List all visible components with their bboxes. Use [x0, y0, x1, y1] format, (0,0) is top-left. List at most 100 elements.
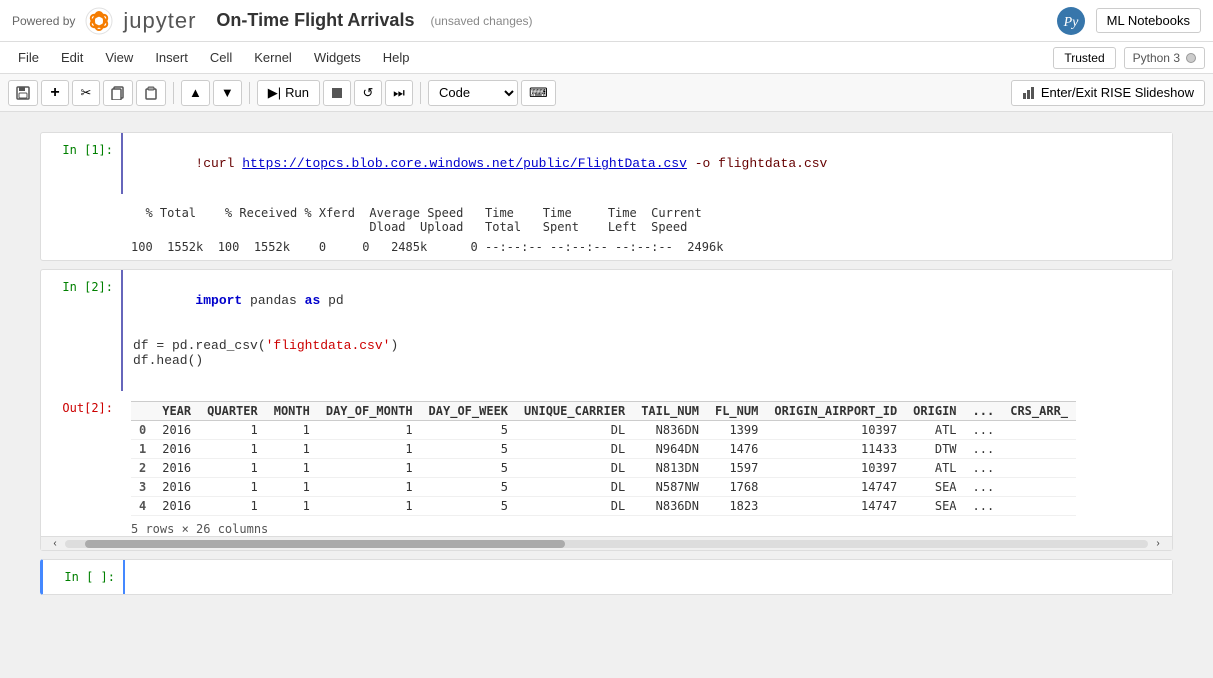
row-index: 2: [131, 459, 154, 478]
rise-label: Enter/Exit RISE Slideshow: [1041, 85, 1194, 100]
scroll-left-arrow[interactable]: ‹: [45, 540, 65, 548]
cell-1-output-area: % Total % Received % Xferd Average Speed…: [41, 194, 1172, 260]
row-cell: [1002, 421, 1076, 440]
trusted-button[interactable]: Trusted: [1053, 47, 1115, 69]
row-cell: SEA: [905, 497, 964, 516]
row-cell: 5: [421, 497, 516, 516]
stop-icon: [332, 88, 342, 98]
copy-button[interactable]: [103, 80, 133, 106]
stop-button[interactable]: [323, 80, 351, 106]
cell-1-input[interactable]: !curl https://topcs.blob.core.windows.ne…: [121, 133, 1172, 194]
paste-button[interactable]: [136, 80, 166, 106]
scroll-bar-area[interactable]: ‹ ›: [41, 536, 1172, 550]
scroll-thumb[interactable]: [85, 540, 565, 548]
cell-1-output: % Total % Received % Xferd Average Speed…: [121, 194, 1172, 260]
keyboard-shortcut-button[interactable]: ⌨: [521, 80, 556, 106]
row-cell: 1: [266, 421, 318, 440]
row-cell: 2016: [154, 440, 199, 459]
scroll-right-arrow[interactable]: ›: [1148, 540, 1168, 548]
row-cell: 1: [199, 478, 266, 497]
row-cell: 1823: [707, 497, 766, 516]
row-cell: 1: [318, 421, 421, 440]
cell-1-label-out-empty: [41, 194, 121, 214]
col-header-dow: DAY_OF_WEEK: [421, 402, 516, 421]
cell-1: In [1]: !curl https://topcs.blob.core.wi…: [40, 132, 1173, 261]
ml-notebooks-button[interactable]: ML Notebooks: [1096, 8, 1201, 33]
row-cell: 2016: [154, 459, 199, 478]
row-cell: ...: [965, 440, 1003, 459]
menu-kernel[interactable]: Kernel: [244, 46, 302, 69]
cut-button[interactable]: ✂: [72, 80, 100, 106]
row-cell: DL: [516, 421, 633, 440]
row-cell: 1: [318, 459, 421, 478]
row-cell: [1002, 440, 1076, 459]
cell-2-input-area: In [2]: import pandas as pd df = pd.read…: [41, 270, 1172, 391]
menu-file[interactable]: File: [8, 46, 49, 69]
row-cell: 1: [318, 440, 421, 459]
row-cell: 10397: [766, 459, 905, 478]
row-cell: DTW: [905, 440, 964, 459]
row-cell: 14747: [766, 478, 905, 497]
menubar: File Edit View Insert Cell Kernel Widget…: [0, 42, 1213, 74]
menu-widgets[interactable]: Widgets: [304, 46, 371, 69]
row-cell: 1: [199, 497, 266, 516]
menu-insert[interactable]: Insert: [145, 46, 198, 69]
row-cell: 1: [199, 459, 266, 478]
save-button[interactable]: [8, 80, 38, 106]
jupyter-logo-icon: [85, 7, 113, 35]
row-cell: 1476: [707, 440, 766, 459]
cell-3-input[interactable]: [123, 560, 1172, 594]
pd-label: pd: [320, 293, 343, 308]
table-row: 020161115DLN836DN139910397ATL...: [131, 421, 1076, 440]
col-header-origin: ORIGIN: [905, 402, 964, 421]
row-cell: 1768: [707, 478, 766, 497]
fast-forward-button[interactable]: ⏭: [385, 80, 413, 106]
row-cell: 11433: [766, 440, 905, 459]
row-cell: 1597: [707, 459, 766, 478]
run-button[interactable]: ▶| Run: [257, 80, 320, 106]
cell-2-input[interactable]: import pandas as pd df = pd.read_csv('fl…: [121, 270, 1172, 391]
plus-icon: +: [50, 84, 59, 102]
row-cell: 1: [266, 459, 318, 478]
kernel-name-label: Python 3: [1133, 51, 1180, 65]
row-cell: DL: [516, 497, 633, 516]
menu-cell[interactable]: Cell: [200, 46, 242, 69]
col-header-quarter: QUARTER: [199, 402, 266, 421]
col-header-year: YEAR: [154, 402, 199, 421]
table-row: 120161115DLN964DN147611433DTW...: [131, 440, 1076, 459]
toolbar-divider-3: [420, 82, 421, 104]
row-cell: N836DN: [633, 421, 707, 440]
move-up-button[interactable]: ▲: [181, 80, 210, 106]
restart-button[interactable]: ↺: [354, 80, 382, 106]
scroll-track[interactable]: [65, 540, 1148, 548]
kernel-info: Python 3: [1124, 47, 1205, 69]
cell-type-select[interactable]: Code: [428, 80, 518, 106]
menu-view[interactable]: View: [95, 46, 143, 69]
cell-2: In [2]: import pandas as pd df = pd.read…: [40, 269, 1173, 551]
row-cell: N813DN: [633, 459, 707, 478]
move-down-button[interactable]: ▼: [213, 80, 242, 106]
add-cell-button[interactable]: +: [41, 80, 69, 106]
col-header-dom: DAY_OF_MONTH: [318, 402, 421, 421]
toolbar-divider-1: [173, 82, 174, 104]
cell-1-input-area: In [1]: !curl https://topcs.blob.core.wi…: [41, 133, 1172, 194]
menu-help[interactable]: Help: [373, 46, 420, 69]
row-cell: 1: [266, 497, 318, 516]
row-cell: 10397: [766, 421, 905, 440]
col-header-month: MONTH: [266, 402, 318, 421]
row-cell: ...: [965, 497, 1003, 516]
unsaved-label: (unsaved changes): [430, 14, 532, 28]
import-rest: pandas: [242, 293, 304, 308]
row-cell: 5: [421, 459, 516, 478]
row-cell: N587NW: [633, 478, 707, 497]
chart-icon: [1022, 86, 1036, 100]
rise-button[interactable]: Enter/Exit RISE Slideshow: [1011, 80, 1205, 106]
cell-3-area: In [ ]:: [43, 560, 1172, 594]
menu-edit[interactable]: Edit: [51, 46, 93, 69]
row-index: 1: [131, 440, 154, 459]
df-assignment: df = pd.read_csv('flightdata.csv') df.he…: [133, 338, 398, 368]
python-logo-icon: Py: [1056, 6, 1086, 36]
row-cell: 1: [266, 478, 318, 497]
row-index: 0: [131, 421, 154, 440]
dataframe-table: YEAR QUARTER MONTH DAY_OF_MONTH DAY_OF_W…: [131, 401, 1076, 516]
